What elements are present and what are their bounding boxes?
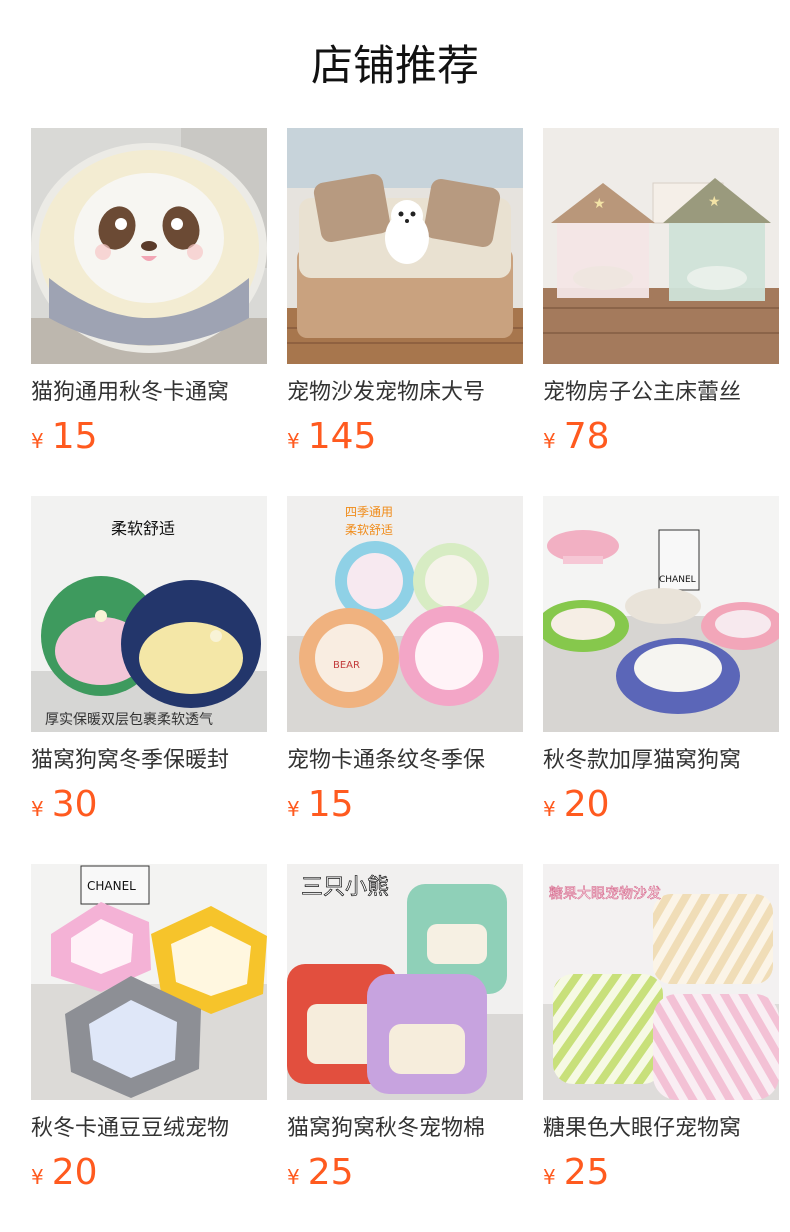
product-price: ¥ 78 (543, 414, 610, 460)
currency-symbol: ¥ (287, 797, 300, 821)
product-image[interactable] (287, 128, 523, 364)
product-image[interactable]: 柔软舒适 厚实保暖双层包裹柔软透气 (31, 496, 267, 732)
price-value: 15 (51, 416, 98, 457)
product-price: ¥ 30 (31, 782, 98, 828)
product-name[interactable]: 猫窝狗窝冬季保暖封 (31, 744, 267, 778)
product-card[interactable]: 宠物沙发宠物床大号 ¥ 145 (287, 128, 523, 457)
product-image[interactable]: 糖果大眼宠物沙发 (543, 864, 779, 1100)
price-value: 78 (563, 416, 610, 457)
currency-symbol: ¥ (31, 797, 44, 821)
page-title: 店铺推荐 (310, 41, 479, 90)
image-text-line2: 柔软舒适 (345, 523, 393, 537)
product-card[interactable]: CHANEL 秋冬款加厚猫窝狗窝 ¥ 20 (543, 496, 779, 825)
currency-symbol: ¥ (31, 429, 44, 453)
product-image[interactable]: ★ ★ (543, 128, 779, 364)
product-grid: 猫狗通用秋冬卡通窝 ¥ 15 宠物沙发宠物床大号 ¥ 145 ★ ★ 宠物房子公… (31, 128, 779, 1193)
image-text-top: 柔软舒适 (111, 519, 175, 538)
price-value: 25 (307, 1152, 354, 1193)
currency-symbol: ¥ (543, 1165, 556, 1189)
image-text-title: 三只小熊 (301, 875, 389, 900)
product-price: ¥ 25 (543, 1150, 610, 1196)
price-value: 25 (563, 1152, 610, 1193)
product-name[interactable]: 猫窝狗窝秋冬宠物棉 (287, 1112, 523, 1146)
image-text-line1: 四季通用 (345, 505, 393, 519)
price-value: 30 (51, 784, 98, 825)
currency-symbol: ¥ (287, 429, 300, 453)
product-name[interactable]: 秋冬款加厚猫窝狗窝 (543, 744, 779, 778)
image-text-brand: CHANEL (87, 879, 136, 893)
product-card[interactable]: 猫狗通用秋冬卡通窝 ¥ 15 (31, 128, 267, 457)
product-card[interactable]: 三只小熊 猫窝狗窝秋冬宠物棉 ¥ 25 (287, 864, 523, 1193)
currency-symbol: ¥ (287, 1165, 300, 1189)
currency-symbol: ¥ (31, 1165, 44, 1189)
price-value: 145 (307, 416, 377, 457)
currency-symbol: ¥ (543, 797, 556, 821)
product-card[interactable]: 糖果大眼宠物沙发 糖果色大眼仔宠物窝 ¥ 25 (543, 864, 779, 1193)
product-card[interactable]: 四季通用 柔软舒适 BEAR 宠物卡通条纹冬季保 ¥ 15 (287, 496, 523, 825)
svg-text:★: ★ (708, 194, 721, 210)
product-card[interactable]: 柔软舒适 厚实保暖双层包裹柔软透气 猫窝狗窝冬季保暖封 ¥ 30 (31, 496, 267, 825)
product-price: ¥ 145 (287, 414, 376, 460)
product-name[interactable]: 猫狗通用秋冬卡通窝 (31, 376, 267, 410)
product-price: ¥ 15 (31, 414, 98, 460)
price-value: 20 (51, 1152, 98, 1193)
price-value: 15 (307, 784, 354, 825)
price-value: 20 (563, 784, 610, 825)
image-text-title: 糖果大眼宠物沙发 (549, 886, 661, 902)
product-image[interactable]: 四季通用 柔软舒适 BEAR (287, 496, 523, 732)
svg-text:★: ★ (593, 196, 606, 212)
product-price: ¥ 20 (31, 1150, 98, 1196)
product-image[interactable]: CHANEL (543, 496, 779, 732)
product-name[interactable]: 糖果色大眼仔宠物窝 (543, 1112, 779, 1146)
image-text-brand: CHANEL (659, 575, 696, 585)
svg-text:BEAR: BEAR (333, 660, 360, 671)
product-price: ¥ 20 (543, 782, 610, 828)
image-text-bottom: 厚实保暖双层包裹柔软透气 (45, 712, 213, 728)
product-image[interactable]: 三只小熊 (287, 864, 523, 1100)
product-name[interactable]: 秋冬卡通豆豆绒宠物 (31, 1112, 267, 1146)
product-image[interactable]: CHANEL (31, 864, 267, 1100)
product-price: ¥ 25 (287, 1150, 354, 1196)
product-name[interactable]: 宠物卡通条纹冬季保 (287, 744, 523, 778)
product-name[interactable]: 宠物沙发宠物床大号 (287, 376, 523, 410)
product-price: ¥ 15 (287, 782, 354, 828)
currency-symbol: ¥ (543, 429, 556, 453)
product-name[interactable]: 宠物房子公主床蕾丝 (543, 376, 779, 410)
product-image[interactable] (31, 128, 267, 364)
product-card[interactable]: CHANEL 秋冬卡通豆豆绒宠物 ¥ 20 (31, 864, 267, 1193)
product-card[interactable]: ★ ★ 宠物房子公主床蕾丝 ¥ 78 (543, 128, 779, 457)
